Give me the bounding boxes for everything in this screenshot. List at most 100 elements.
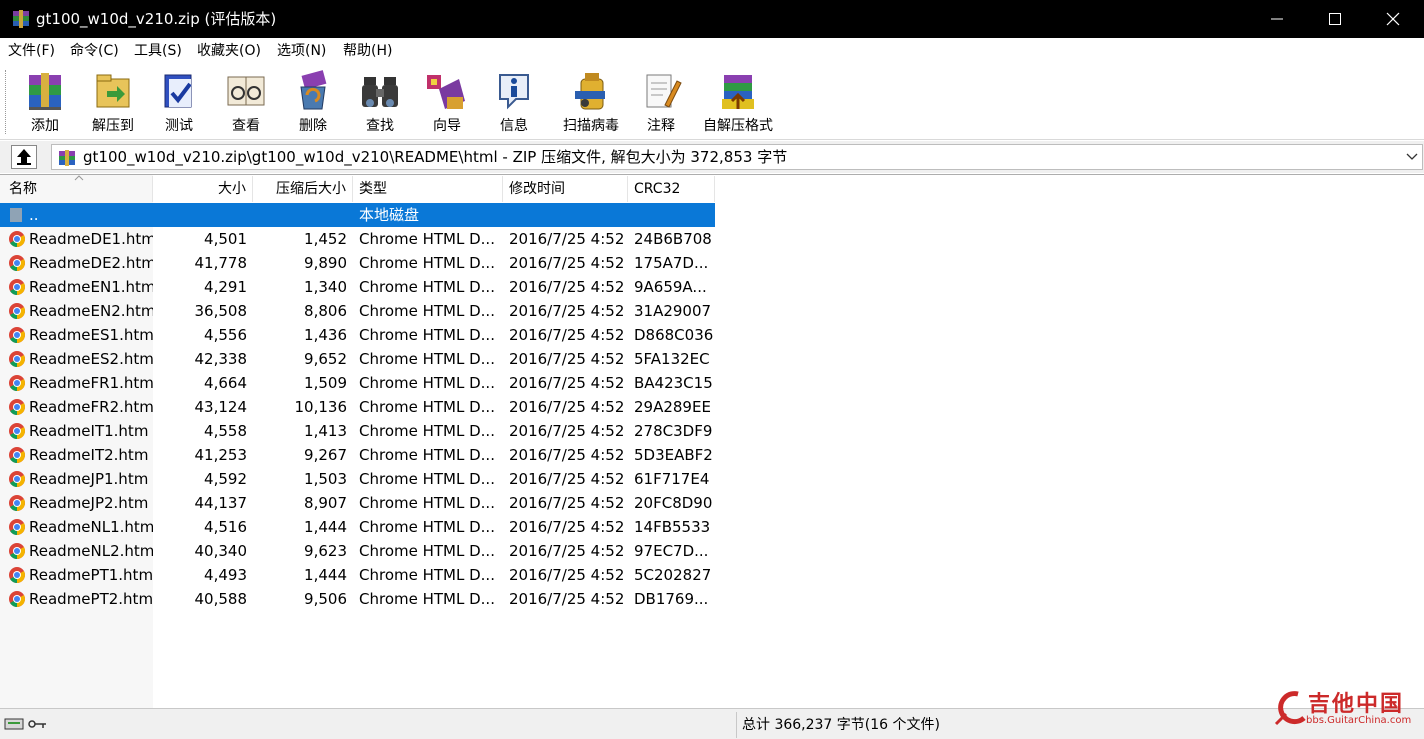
- list-header: 名称 大小 压缩后大小 类型 修改时间 CRC32: [0, 175, 715, 202]
- watermark-logo: 吉他中国 bbs.GuitarChina.com: [1268, 686, 1420, 734]
- file-row[interactable]: ReadmeFR1.htm 4,664 1,509 Chrome HTML D... 2…: [0, 371, 715, 395]
- file-type: Chrome HTML D...: [359, 566, 495, 584]
- file-row[interactable]: ReadmeES2.htm 42,338 9,652 Chrome HTML D...…: [0, 347, 715, 371]
- file-row[interactable]: ReadmeFR2.htm 43,124 10,136 Chrome HTML D..…: [0, 395, 715, 419]
- test-button-label: 测试: [165, 118, 193, 134]
- file-type: Chrome HTML D...: [359, 302, 495, 320]
- file-packed: 8,907: [304, 494, 347, 512]
- file-row[interactable]: ReadmeEN1.htm 4,291 1,340 Chrome HTML D... 2…: [0, 275, 715, 299]
- file-row[interactable]: ReadmeJP2.htm 44,137 8,907 Chrome HTML D...…: [0, 491, 715, 515]
- chrome-html-icon: [9, 303, 25, 319]
- toolbar-grip[interactable]: [5, 70, 8, 134]
- file-type: Chrome HTML D...: [359, 590, 495, 608]
- file-size: 4,664: [204, 374, 247, 392]
- file-type: Chrome HTML D...: [359, 350, 495, 368]
- comment-button[interactable]: 注释: [630, 67, 692, 137]
- status-divider: [736, 712, 737, 738]
- scan-virus-button-label: 扫描病毒: [563, 118, 619, 134]
- file-name: ReadmeJP1.htm: [29, 470, 149, 488]
- menu-help[interactable]: 帮助(H): [343, 42, 392, 60]
- file-crc: 5D3EABF2: [634, 446, 713, 464]
- file-name: ReadmeIT2.htm: [29, 446, 149, 464]
- view-button[interactable]: 查看: [215, 67, 277, 137]
- file-row[interactable]: ReadmeIT2.htm 41,253 9,267 Chrome HTML D...…: [0, 443, 715, 467]
- menu-favorites[interactable]: 收藏夹(O): [197, 42, 261, 60]
- wizard-button[interactable]: 向导: [416, 67, 478, 137]
- chrome-html-icon: [9, 495, 25, 511]
- maximize-button[interactable]: [1306, 0, 1364, 38]
- file-row[interactable]: ReadmePT2.htm 40,588 9,506 Chrome HTML D...…: [0, 587, 715, 611]
- file-modified: 2016/7/25 4:52: [509, 326, 624, 344]
- comment-icon: [646, 74, 682, 108]
- comment-button-label: 注释: [647, 118, 675, 134]
- file-crc: 24B6B708: [634, 230, 712, 248]
- menu-command[interactable]: 命令(C): [70, 42, 119, 60]
- file-row[interactable]: ReadmeNL1.htm 4,516 1,444 Chrome HTML D... 2…: [0, 515, 715, 539]
- chevron-down-icon[interactable]: [1406, 152, 1418, 162]
- column-header-name[interactable]: 名称: [0, 175, 153, 202]
- test-button[interactable]: 测试: [148, 67, 210, 137]
- info-button[interactable]: 信息: [483, 67, 545, 137]
- zip-archive-icon: [59, 150, 75, 166]
- file-row[interactable]: ReadmeDE1.htm 4,501 1,452 Chrome HTML D... 2…: [0, 227, 715, 251]
- file-row[interactable]: ReadmeIT1.htm 4,558 1,413 Chrome HTML D... 2…: [0, 419, 715, 443]
- chrome-html-icon: [9, 519, 25, 535]
- scan-virus-button[interactable]: 扫描病毒: [556, 67, 626, 137]
- column-header-size[interactable]: 大小: [153, 176, 253, 202]
- status-summary: 总计 366,237 字节(16 个文件): [742, 717, 940, 733]
- file-packed: 9,506: [304, 590, 347, 608]
- file-row[interactable]: ReadmeNL2.htm 40,340 9,623 Chrome HTML D...…: [0, 539, 715, 563]
- extract-to-button[interactable]: 解压到: [82, 67, 144, 137]
- file-size: 36,508: [194, 302, 248, 320]
- file-row[interactable]: ReadmeEN2.htm 36,508 8,806 Chrome HTML D...…: [0, 299, 715, 323]
- chrome-html-icon: [9, 255, 25, 271]
- menu-file[interactable]: 文件(F): [8, 42, 55, 60]
- file-row[interactable]: ReadmeJP1.htm 4,592 1,503 Chrome HTML D... 2…: [0, 467, 715, 491]
- sfx-button[interactable]: 自解压格式: [696, 67, 780, 137]
- guitar-logo-icon: [1274, 691, 1306, 726]
- file-packed: 10,136: [294, 398, 348, 416]
- file-modified: 2016/7/25 4:52: [509, 590, 624, 608]
- column-header-crc[interactable]: CRC32: [628, 176, 715, 202]
- drive-key-icons: [4, 718, 46, 730]
- file-packed: 1,444: [304, 518, 347, 536]
- view-icon: [227, 76, 265, 106]
- file-crc: 20FC8D90: [634, 494, 713, 512]
- add-button[interactable]: 添加: [14, 67, 76, 137]
- file-size: 4,501: [204, 230, 247, 248]
- delete-button-label: 删除: [299, 118, 327, 134]
- file-size: 42,338: [194, 350, 248, 368]
- watermark-text: 吉他中国: [1308, 692, 1405, 717]
- extract-to-icon: [96, 74, 130, 108]
- column-header-modified[interactable]: 修改时间: [503, 176, 628, 202]
- menu-tools[interactable]: 工具(S): [134, 42, 182, 60]
- path-combobox[interactable]: gt100_w10d_v210.zip\gt100_w10d_v210\READ…: [51, 144, 1423, 170]
- file-modified: 2016/7/25 4:52: [509, 566, 624, 584]
- file-name: ReadmeNL2.htm: [29, 542, 153, 560]
- chrome-html-icon: [9, 279, 25, 295]
- file-modified: 2016/7/25 4:52: [509, 302, 624, 320]
- up-folder-button[interactable]: [11, 145, 37, 169]
- window-title: gt100_w10d_v210.zip (评估版本): [36, 10, 277, 28]
- file-row[interactable]: ReadmePT1.htm 4,493 1,444 Chrome HTML D... 2…: [0, 563, 715, 587]
- minimize-button[interactable]: [1248, 0, 1306, 38]
- file-row[interactable]: ReadmeES1.htm 4,556 1,436 Chrome HTML D... 2…: [0, 323, 715, 347]
- close-button[interactable]: [1364, 0, 1422, 38]
- delete-button[interactable]: 删除: [282, 67, 344, 137]
- find-button[interactable]: 查找: [349, 67, 411, 137]
- menu-options[interactable]: 选项(N): [277, 42, 326, 60]
- file-row[interactable]: ReadmeDE2.htm 41,778 9,890 Chrome HTML D...…: [0, 251, 715, 275]
- toolbar: 添加 解压到 测试 查看 删除 查找 向导 信息 扫描病毒 注释 自解压格式: [0, 64, 1424, 140]
- file-packed: 1,452: [304, 230, 347, 248]
- file-modified: 2016/7/25 4:52: [509, 398, 624, 416]
- parent-folder-row[interactable]: .. 本地磁盘: [0, 203, 715, 227]
- file-packed: 1,509: [304, 374, 347, 392]
- column-header-packed[interactable]: 压缩后大小: [253, 176, 353, 202]
- file-crc: 9A659A...: [634, 278, 707, 296]
- column-header-type-label: 类型: [359, 181, 387, 197]
- file-size: 40,588: [194, 590, 248, 608]
- chrome-html-icon: [9, 399, 25, 415]
- file-size: 4,291: [204, 278, 247, 296]
- file-list[interactable]: 名称 大小 压缩后大小 类型 修改时间 CRC32 .. 本地磁盘 Readme…: [0, 174, 1424, 708]
- column-header-type[interactable]: 类型: [353, 176, 503, 202]
